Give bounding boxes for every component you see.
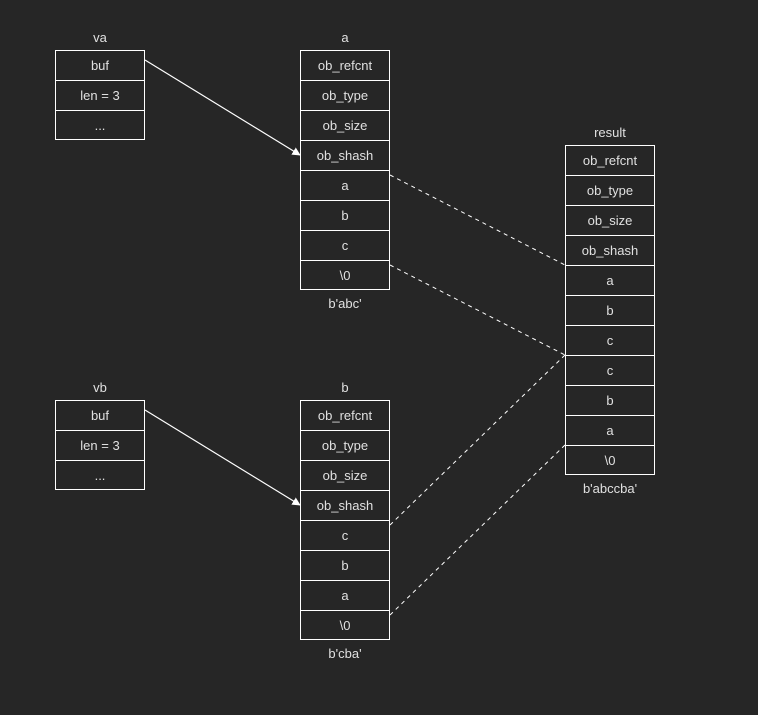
result-cell: \0 [565,445,655,475]
a-cell: a [300,170,390,200]
result-cell: a [565,415,655,445]
diagram-stage: va buf len = 3 ... a ob_refcnt ob_type o… [0,0,758,715]
vb-title: vb [55,380,145,395]
va-block: buf len = 3 ... [55,50,145,140]
b-cell: ob_shash [300,490,390,520]
b-caption: b'cba' [300,646,390,661]
b-cell: a [300,580,390,610]
va-cell-buf: buf [55,50,145,80]
result-cell: ob_type [565,175,655,205]
a-cell: ob_size [300,110,390,140]
result-title: result [565,125,655,140]
result-cell: c [565,355,655,385]
va-cell-len: len = 3 [55,80,145,110]
result-cell: ob_size [565,205,655,235]
result-cell: b [565,385,655,415]
result-cell: a [565,265,655,295]
b-cell: ob_type [300,430,390,460]
a-cell: ob_type [300,80,390,110]
va-cell-dots: ... [55,110,145,140]
result-cell: ob_refcnt [565,145,655,175]
va-title: va [55,30,145,45]
a-title: a [300,30,390,45]
b-cell: c [300,520,390,550]
result-caption: b'abccba' [565,481,655,496]
a-cell: ob_shash [300,140,390,170]
vb-cell-len: len = 3 [55,430,145,460]
b-title: b [300,380,390,395]
result-cell: c [565,325,655,355]
a-cell: c [300,230,390,260]
vb-cell-dots: ... [55,460,145,490]
b-cell: ob_size [300,460,390,490]
a-caption: b'abc' [300,296,390,311]
vb-block: buf len = 3 ... [55,400,145,490]
a-cell: \0 [300,260,390,290]
result-block: ob_refcnt ob_type ob_size ob_shash a b c… [565,145,655,475]
a-cell: b [300,200,390,230]
a-block: ob_refcnt ob_type ob_size ob_shash a b c… [300,50,390,290]
vb-cell-buf: buf [55,400,145,430]
a-cell: ob_refcnt [300,50,390,80]
b-cell: b [300,550,390,580]
result-cell: b [565,295,655,325]
b-block: ob_refcnt ob_type ob_size ob_shash c b a… [300,400,390,640]
b-cell: \0 [300,610,390,640]
result-cell: ob_shash [565,235,655,265]
b-cell: ob_refcnt [300,400,390,430]
